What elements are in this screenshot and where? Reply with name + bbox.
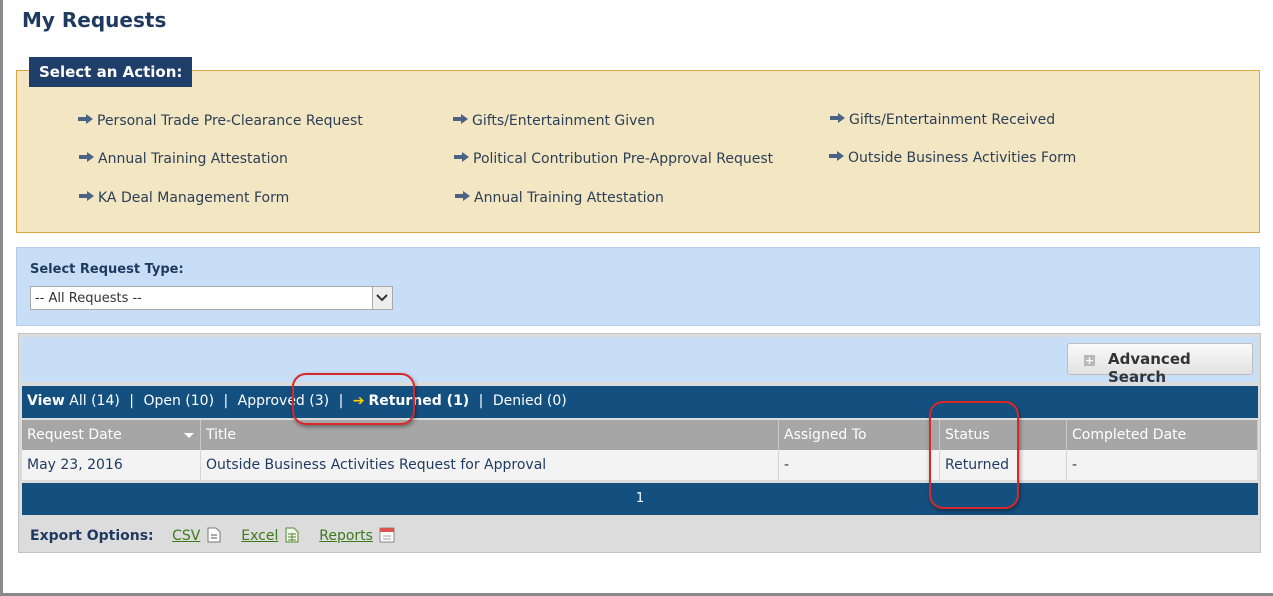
arrow-right-icon: [830, 113, 845, 123]
arrow-right-icon: [453, 114, 468, 124]
page-title: My Requests: [22, 8, 167, 32]
reports-icon: [379, 527, 395, 543]
action-link-label: Political Contribution Pre-Approval Requ…: [473, 151, 774, 167]
action-link-personal-trade[interactable]: Personal Trade Pre-Clearance Request: [78, 113, 363, 129]
action-link-outside-business[interactable]: Outside Business Activities Form: [829, 150, 1076, 166]
export-excel-link[interactable]: Excel: [241, 528, 278, 544]
filter-bar: View All (14) | Open (10) | Approved (3)…: [22, 386, 1258, 418]
cell-request-date: May 23, 2016: [22, 450, 201, 480]
action-link-label: Annual Training Attestation: [474, 190, 664, 206]
action-link-label: KA Deal Management Form: [98, 190, 290, 206]
filter-separator: |: [478, 393, 484, 409]
chevron-down-icon: [376, 294, 388, 302]
arrow-right-icon: [79, 152, 94, 162]
filter-all[interactable]: All (14): [69, 393, 120, 409]
highlight-returned-filter: [292, 373, 415, 425]
export-csv-link[interactable]: CSV: [172, 528, 200, 544]
sort-caret-icon: [184, 433, 194, 438]
action-link-label: Gifts/Entertainment Given: [472, 113, 655, 129]
plus-icon: +: [1084, 354, 1095, 367]
excel-file-icon: [285, 527, 299, 543]
request-type-panel: Select Request Type: -- All Requests --: [16, 247, 1260, 326]
search-bar: + Advanced Search: [22, 337, 1258, 386]
action-link-gifts-received[interactable]: Gifts/Entertainment Received: [830, 112, 1055, 128]
action-link-annual-training-2[interactable]: Annual Training Attestation: [455, 190, 664, 206]
column-header-assigned-to[interactable]: Assigned To: [778, 420, 940, 450]
action-link-label: Annual Training Attestation: [98, 151, 288, 167]
column-header-completed-date[interactable]: Completed Date: [1066, 420, 1258, 450]
requests-grid-panel: + Advanced Search View All (14) | Open (…: [18, 333, 1261, 553]
arrow-right-icon: [78, 114, 93, 124]
cell-title[interactable]: Outside Business Activities Request for …: [200, 450, 779, 480]
request-type-selected-value: -- All Requests --: [35, 291, 142, 306]
request-type-select[interactable]: -- All Requests --: [30, 286, 393, 310]
action-link-label: Gifts/Entertainment Received: [849, 112, 1056, 128]
arrow-right-icon: [79, 191, 94, 201]
filter-separator: |: [223, 393, 229, 409]
action-panel: Select an Action: Personal Trade Pre-Cle…: [16, 57, 1260, 233]
table-row[interactable]: May 23, 2016 Outside Business Activities…: [22, 450, 1258, 480]
column-header-label: Request Date: [27, 427, 122, 443]
arrow-right-icon: [455, 191, 470, 201]
csv-file-icon: [207, 527, 221, 543]
action-panel-header: Select an Action:: [29, 57, 193, 87]
action-link-gifts-given[interactable]: Gifts/Entertainment Given: [453, 113, 655, 129]
column-header-label: Assigned To: [784, 427, 867, 443]
export-reports-link[interactable]: Reports: [319, 528, 373, 544]
cell-completed-date: -: [1066, 450, 1258, 480]
request-type-label: Select Request Type:: [30, 262, 184, 277]
column-header-label: Title: [206, 427, 237, 443]
column-header-label: Completed Date: [1072, 427, 1187, 443]
column-header-request-date[interactable]: Request Date: [22, 420, 201, 450]
action-link-political-contribution[interactable]: Political Contribution Pre-Approval Requ…: [454, 151, 773, 167]
action-link-annual-training[interactable]: Annual Training Attestation: [79, 151, 288, 167]
arrow-right-icon: [454, 152, 469, 162]
cell-assigned-to: -: [778, 450, 940, 480]
dropdown-button[interactable]: [372, 287, 392, 309]
export-options: Export Options: CSV Excel Reports: [30, 527, 407, 544]
filter-denied[interactable]: Denied (0): [493, 393, 567, 409]
action-link-label: Outside Business Activities Form: [848, 150, 1077, 166]
arrow-right-icon: [829, 151, 844, 161]
view-label: View: [27, 393, 65, 409]
advanced-search-label: Advanced Search: [1108, 350, 1191, 386]
pager: 1: [22, 483, 1258, 515]
action-link-ka-deal[interactable]: KA Deal Management Form: [79, 190, 289, 206]
advanced-search-button[interactable]: + Advanced Search: [1067, 343, 1253, 386]
export-options-label: Export Options:: [30, 528, 154, 544]
requests-table: Request Date Title Assigned To Status Co…: [22, 420, 1258, 480]
filter-separator: |: [129, 393, 134, 409]
column-header-title[interactable]: Title: [200, 420, 779, 450]
highlight-status-column: [929, 401, 1019, 509]
action-link-label: Personal Trade Pre-Clearance Request: [97, 113, 363, 129]
filter-open[interactable]: Open (10): [143, 393, 214, 409]
table-header-row: Request Date Title Assigned To Status Co…: [22, 420, 1258, 450]
page-number[interactable]: 1: [636, 491, 644, 506]
